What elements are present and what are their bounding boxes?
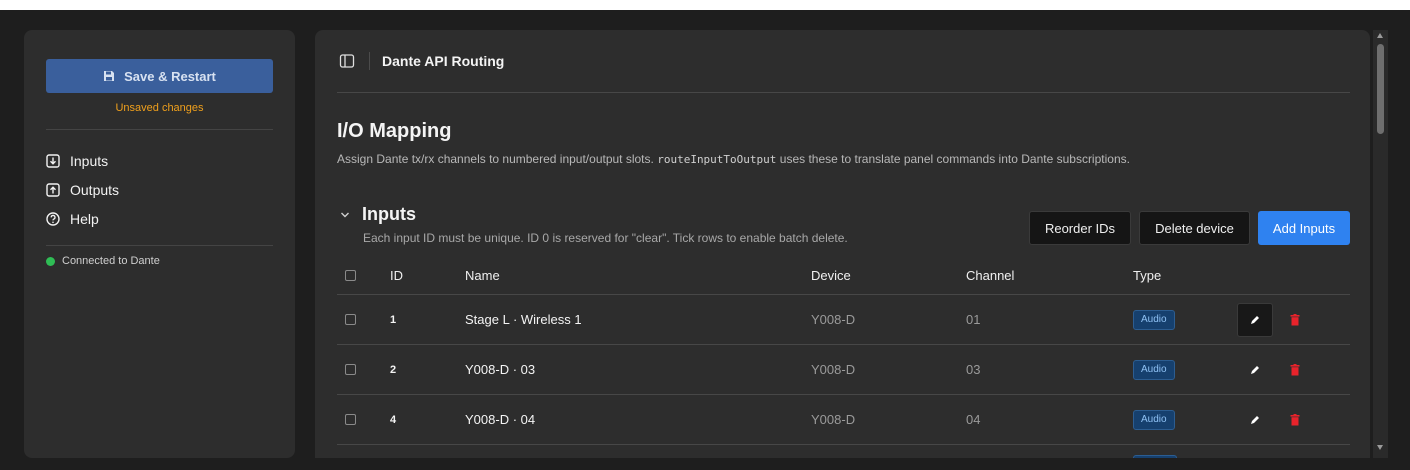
scroll-up-icon[interactable] bbox=[1377, 33, 1383, 38]
row-checkbox[interactable] bbox=[345, 295, 356, 344]
header-separator bbox=[369, 52, 370, 70]
next-row-badge-fragment bbox=[1133, 455, 1177, 458]
type-badge-cell: Audio bbox=[1133, 395, 1175, 444]
select-all-checkbox[interactable] bbox=[345, 257, 356, 294]
column-header-device[interactable]: Device bbox=[811, 257, 851, 294]
type-badge-cell: Audio bbox=[1133, 345, 1175, 394]
type-badge: Audio bbox=[1133, 409, 1175, 430]
sidebar-item-label: Inputs bbox=[70, 152, 109, 169]
row-device: Y008-D bbox=[811, 362, 856, 377]
row-checkbox[interactable] bbox=[345, 345, 356, 394]
page-description-code: routeInputToOutput bbox=[657, 153, 777, 166]
connection-status: Connected to Dante bbox=[46, 255, 273, 267]
row-id: 2 bbox=[390, 363, 397, 376]
scrollbar-thumb[interactable] bbox=[1377, 44, 1384, 134]
window-top-strip bbox=[0, 0, 1410, 10]
edit-button[interactable] bbox=[1237, 395, 1273, 444]
type-badge: Audio bbox=[1133, 309, 1175, 330]
row-id: 4 bbox=[390, 413, 397, 426]
app-title: Dante API Routing bbox=[382, 53, 505, 69]
row-channel: 03 bbox=[966, 362, 981, 377]
sidebar-item-help[interactable]: Help bbox=[46, 204, 273, 233]
column-header-type[interactable]: Type bbox=[1133, 257, 1161, 294]
sidebar-divider bbox=[46, 129, 273, 130]
sidebar: Save & Restart Unsaved changes Inputs Ou… bbox=[24, 30, 295, 458]
unsaved-changes-notice: Unsaved changes bbox=[115, 102, 204, 114]
box-arrow-down-icon bbox=[46, 153, 60, 168]
row-name: Stage L · Wireless 1 bbox=[465, 312, 582, 327]
sidebar-item-label: Outputs bbox=[70, 181, 120, 198]
box-arrow-up-icon bbox=[46, 182, 60, 197]
row-checkbox[interactable] bbox=[345, 395, 356, 444]
status-dot-icon bbox=[46, 256, 55, 266]
save-restart-button[interactable]: Save & Restart bbox=[46, 59, 273, 93]
page-header: Dante API Routing bbox=[337, 30, 1350, 93]
section-description: Each input ID must be unique. ID 0 is re… bbox=[363, 231, 848, 245]
add-inputs-button[interactable]: Add Inputs bbox=[1258, 211, 1350, 245]
trash-icon bbox=[1290, 413, 1300, 425]
column-header-id[interactable]: ID bbox=[390, 257, 403, 294]
type-badge: Audio bbox=[1133, 359, 1175, 380]
delete-button[interactable] bbox=[1288, 295, 1302, 344]
delete-button[interactable] bbox=[1288, 345, 1302, 394]
row-device: Y008-D bbox=[811, 312, 856, 327]
chevron-down-icon bbox=[341, 212, 349, 217]
row-channel: 04 bbox=[966, 412, 981, 427]
sidebar-item-outputs[interactable]: Outputs bbox=[46, 175, 273, 204]
pencil-icon bbox=[1251, 415, 1259, 424]
main-panel: Dante API Routing I/O Mapping Assign Dan… bbox=[315, 30, 1370, 458]
section-title: Inputs bbox=[362, 204, 416, 224]
table-header: ID Name Device Channel Type bbox=[337, 257, 1350, 295]
floppy-disk-icon bbox=[104, 71, 115, 81]
page-title: I/O Mapping bbox=[337, 120, 452, 142]
trash-icon bbox=[1290, 363, 1300, 375]
toggle-sidebar-icon[interactable] bbox=[339, 53, 355, 69]
sidebar-item-inputs[interactable]: Inputs bbox=[46, 146, 273, 175]
pencil-icon bbox=[1251, 315, 1259, 324]
inputs-section-toggle[interactable]: Inputs bbox=[340, 204, 416, 225]
page-description-text: Assign Dante tx/rx channels to numbered … bbox=[337, 152, 654, 166]
reorder-ids-button[interactable]: Reorder IDs bbox=[1029, 211, 1131, 245]
table-row: 2 Y008-D · 03 Y008-D 03 Audio bbox=[337, 345, 1350, 395]
delete-button[interactable] bbox=[1288, 395, 1302, 444]
row-device: Y008-D bbox=[811, 412, 856, 427]
row-id: 1 bbox=[390, 313, 397, 326]
main-scrollbar[interactable] bbox=[1373, 30, 1388, 458]
sidebar-item-label: Help bbox=[70, 210, 99, 227]
pencil-icon bbox=[1251, 365, 1259, 374]
sidebar-divider bbox=[46, 245, 273, 246]
save-restart-label: Save & Restart bbox=[124, 68, 216, 84]
row-channel: 01 bbox=[966, 312, 981, 327]
edit-button[interactable] bbox=[1237, 345, 1273, 394]
question-circle-icon bbox=[46, 211, 60, 226]
scroll-down-icon[interactable] bbox=[1377, 445, 1383, 450]
table-row: 1 Stage L · Wireless 1 Y008-D 01 Audio bbox=[337, 295, 1350, 345]
page-description: Assign Dante tx/rx channels to numbered … bbox=[337, 152, 1130, 166]
sidebar-nav: Inputs Outputs Help bbox=[46, 146, 273, 233]
row-name: Y008-D · 03 bbox=[465, 362, 536, 377]
table-row: 4 Y008-D · 04 Y008-D 04 Audio bbox=[337, 395, 1350, 445]
column-header-name[interactable]: Name bbox=[465, 257, 500, 294]
row-name: Y008-D · 04 bbox=[465, 412, 536, 427]
edit-button[interactable] bbox=[1237, 295, 1273, 344]
delete-device-button[interactable]: Delete device bbox=[1139, 211, 1250, 245]
page-description-text: uses these to translate panel commands i… bbox=[779, 152, 1130, 166]
column-header-channel[interactable]: Channel bbox=[966, 257, 1014, 294]
connection-status-text: Connected to Dante bbox=[62, 255, 160, 267]
type-badge-cell: Audio bbox=[1133, 295, 1175, 344]
trash-icon bbox=[1290, 313, 1300, 325]
